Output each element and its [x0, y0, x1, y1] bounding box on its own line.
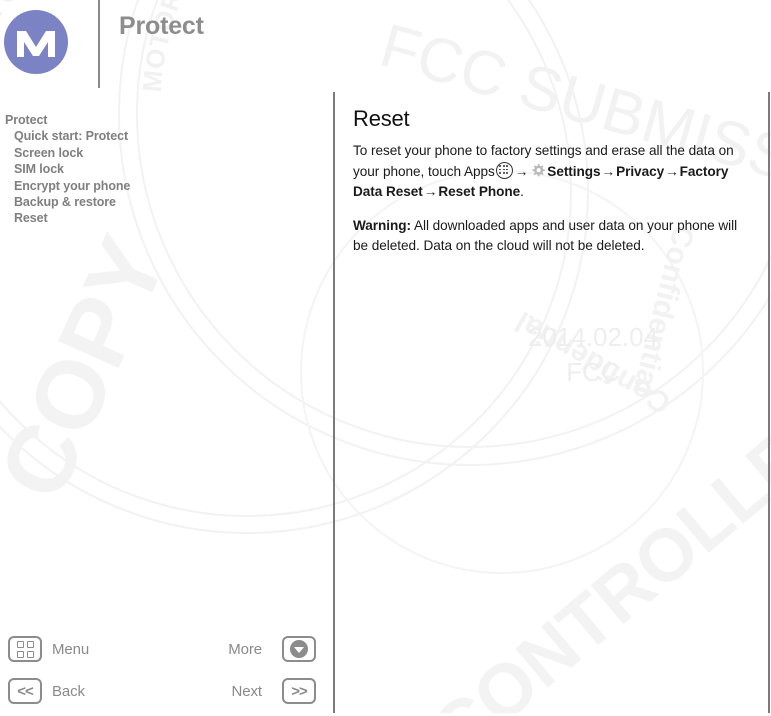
column-separator [333, 92, 335, 713]
back-button-label: Back [52, 682, 85, 700]
sidebar-item-screen-lock[interactable]: Screen lock [0, 145, 320, 161]
next-glyph: >> [291, 682, 308, 700]
back-glyph: << [17, 682, 34, 700]
right-edge-separator [768, 92, 770, 713]
more-button-label: More [228, 640, 262, 658]
settings-label: Settings [547, 163, 601, 179]
sidebar-item-backup-restore[interactable]: Backup & restore [0, 194, 320, 210]
page-title: Protect [119, 12, 204, 40]
motorola-batwing-logo [4, 10, 68, 74]
warning-text: All downloaded apps and user data on you… [353, 217, 738, 254]
sidebar-item-encrypt-your-phone[interactable]: Encrypt your phone [0, 178, 320, 194]
arrow-separator-2: → [601, 163, 616, 179]
watermark-confidential-right-2: Confidential [509, 304, 677, 420]
arrow-separator-1: → [514, 163, 529, 179]
menu-grid-icon [8, 636, 42, 662]
stamp-agency: FCC [566, 357, 620, 388]
double-chevron-right-icon: >> [282, 678, 316, 704]
apps-grid-icon [495, 161, 513, 179]
sidebar-item-quick-start-protect[interactable]: Quick start: Protect [0, 128, 320, 144]
menu-button-label: Menu [52, 640, 90, 658]
sidebar-item-protect[interactable]: Protect [0, 112, 320, 128]
nav-row-menu-more: Menu More [0, 636, 330, 674]
stamp-date: 2014.02.04 [527, 322, 659, 352]
next-button-label: Next [231, 682, 263, 700]
back-button[interactable]: << Back [8, 678, 85, 704]
double-chevron-left-icon: << [8, 678, 42, 704]
sentence-period: . [520, 184, 524, 199]
arrow-separator-4: → [423, 184, 438, 199]
reset-instructions-paragraph: To reset your phone to factory settings … [353, 141, 751, 203]
table-of-contents: Protect Quick start: Protect Screen lock… [0, 112, 320, 227]
watermark-copy: COPY [0, 221, 188, 514]
main-content: Reset To reset your phone to factory set… [353, 106, 751, 270]
next-button[interactable]: Next >> [232, 678, 316, 704]
more-button[interactable]: More [228, 636, 316, 662]
warning-paragraph: Warning: All downloaded apps and user da… [353, 216, 751, 257]
nav-row-back-next: << Back Next >> [0, 678, 330, 716]
chevron-down-circle-icon [282, 636, 316, 662]
fcc-date-stamp: 2014.02.04 FCC [498, 320, 688, 390]
watermark-controlled: CONTROLLED [416, 380, 771, 713]
warning-label: Warning: [353, 217, 411, 233]
header-divider [98, 0, 100, 88]
sidebar-item-sim-lock[interactable]: SIM lock [0, 161, 320, 177]
arrow-separator-3: → [665, 163, 679, 179]
sidebar-item-reset[interactable]: Reset [0, 210, 320, 226]
privacy-label: Privacy [616, 163, 665, 179]
bottom-navigation-bar: Menu More << Back Next >> [0, 636, 330, 713]
page-header: Protect [0, 0, 771, 90]
reset-phone-label: Reset Phone [438, 184, 521, 199]
menu-button[interactable]: Menu [8, 636, 89, 662]
settings-gear-icon [532, 163, 546, 176]
content-heading: Reset [353, 106, 410, 131]
